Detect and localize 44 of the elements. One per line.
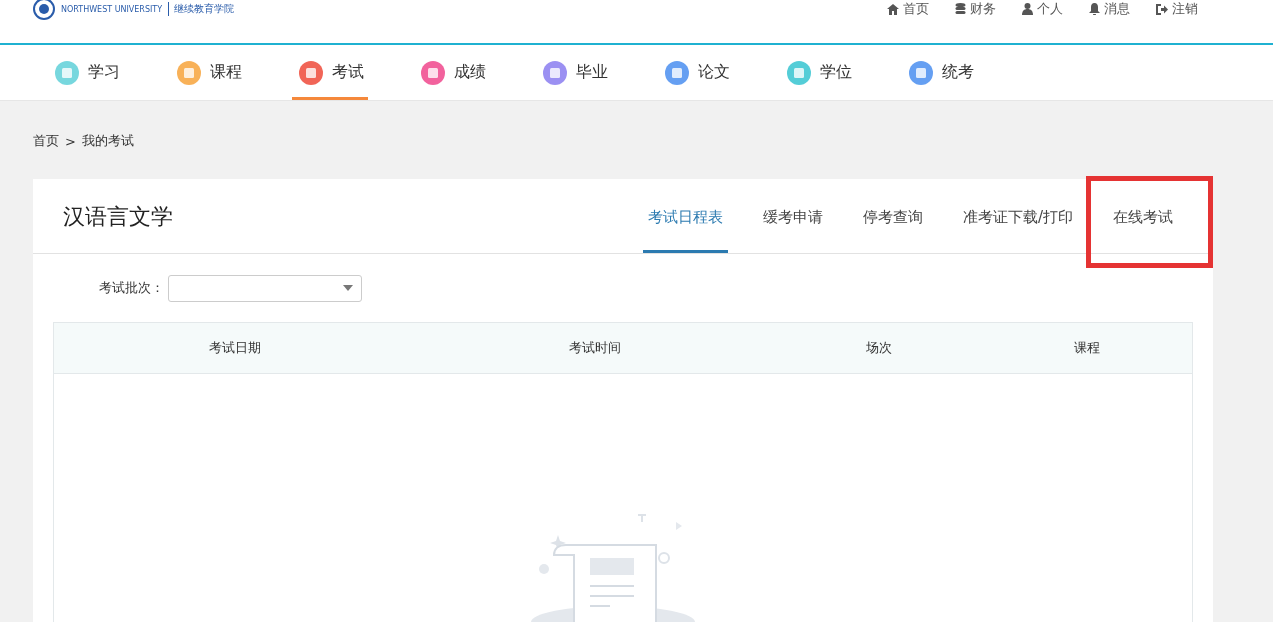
header-link[interactable]: 消息 (1089, 0, 1130, 18)
breadcrumb-link[interactable]: 我的考试 (81, 132, 134, 150)
round-badge-icon (665, 60, 689, 85)
breadcrumb-separator: > (65, 133, 76, 149)
user-icon (1022, 3, 1033, 15)
logo-subtitle: NORTHWEST UNIVERSITY (61, 4, 163, 14)
home-icon (887, 3, 899, 15)
round-badge-icon (543, 60, 567, 85)
nav-tab[interactable]: 毕业 (543, 45, 665, 100)
header-link[interactable]: 财务 (955, 0, 996, 18)
round-badge-icon (299, 60, 323, 85)
tab[interactable]: 准考证下载/打印 (942, 206, 1093, 253)
tab[interactable]: 停考查询 (842, 206, 943, 253)
batch-select[interactable] (168, 274, 362, 302)
tab[interactable]: 在线考试 (1093, 206, 1193, 253)
bell-icon (1089, 3, 1100, 15)
nav-tab[interactable]: 学习 (55, 45, 177, 100)
logo-name: 继续教育学院 (168, 2, 235, 16)
round-badge-icon (787, 60, 811, 85)
round-badge-icon (55, 60, 79, 85)
program-title: 汉语言文学 (63, 203, 173, 231)
round-badge-icon (421, 60, 445, 85)
round-badge-icon (909, 60, 933, 85)
nav-tab[interactable]: 课程 (177, 45, 299, 100)
filter-label: 考试批次： (99, 279, 164, 297)
tab[interactable]: 考试日程表 (642, 206, 728, 253)
nav-tab[interactable]: 学位 (787, 45, 909, 100)
column-header: 考试日期 (207, 339, 262, 357)
coins-icon (955, 3, 966, 15)
nav-tab[interactable]: 成绩 (421, 45, 543, 100)
header-link[interactable]: 首页 (887, 0, 929, 18)
logout-icon (1156, 3, 1168, 15)
column-header: 课程 (1073, 339, 1102, 357)
university-emblem-icon (33, 0, 55, 20)
header-link[interactable]: 个人 (1022, 0, 1063, 18)
nav-tab[interactable]: 统考 (909, 45, 1031, 100)
round-badge-icon (177, 60, 201, 85)
column-header: 场次 (864, 339, 893, 357)
dropdown-caret-icon (343, 285, 353, 291)
tab[interactable]: 缓考申请 (742, 206, 843, 253)
column-header: 考试时间 (568, 339, 623, 357)
nav-tab[interactable]: 论文 (665, 45, 787, 100)
header-link[interactable]: 注销 (1156, 0, 1198, 18)
breadcrumb-link[interactable]: 首页 (33, 132, 59, 150)
